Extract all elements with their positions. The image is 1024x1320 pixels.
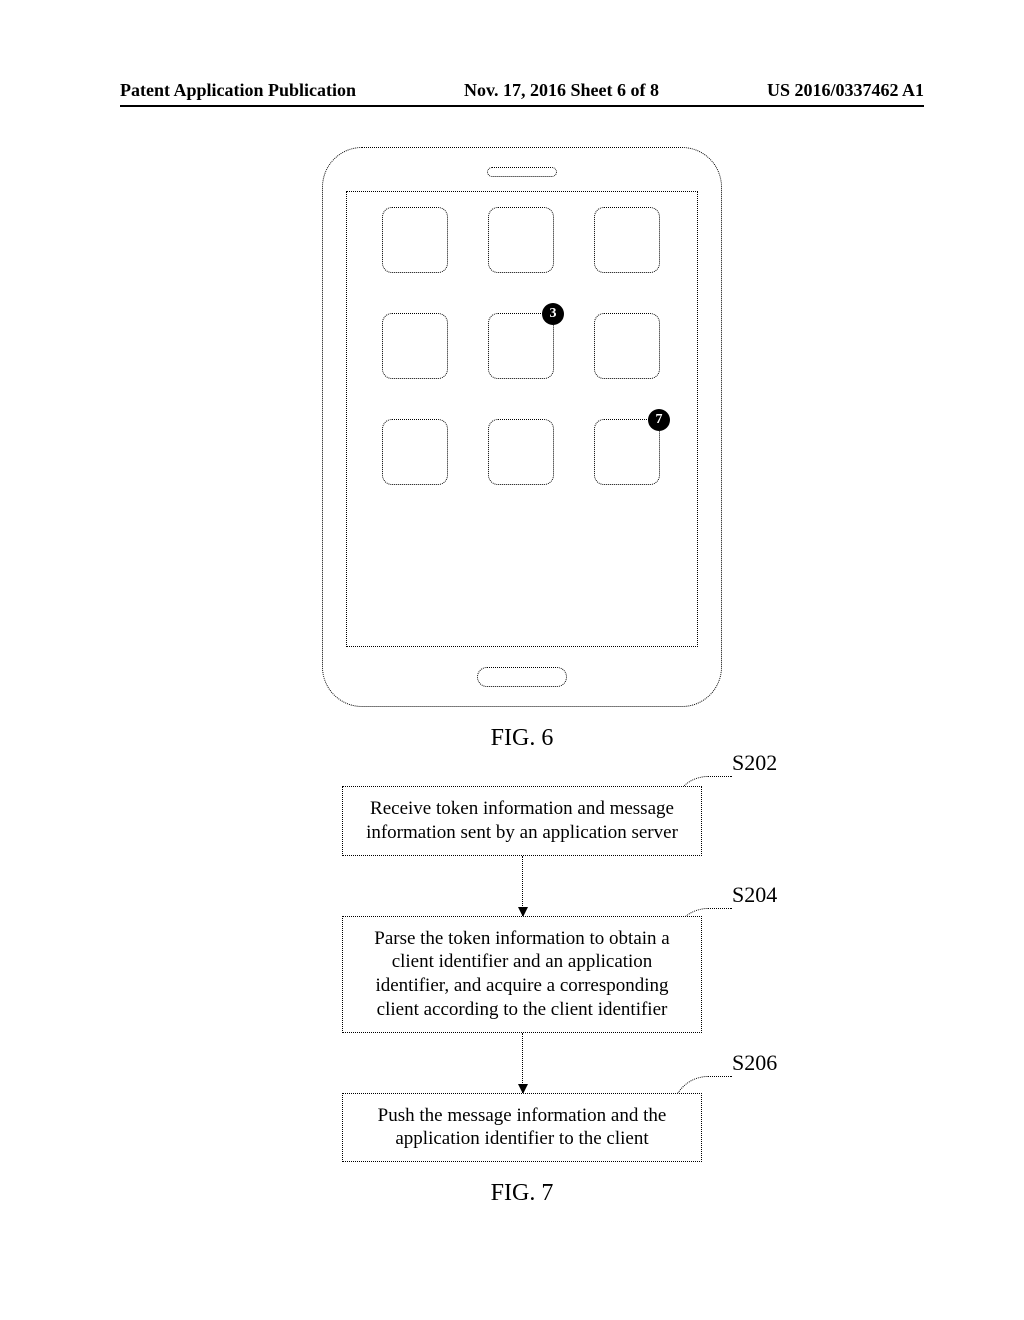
app-icon-3 — [594, 207, 660, 273]
page: Patent Application Publication Nov. 17, … — [0, 0, 1024, 1301]
flow-step-2-row: Parse the token information to obtain a … — [282, 916, 762, 1033]
flow-step-2: Parse the token information to obtain a … — [342, 916, 702, 1033]
app-icon-9: 7 — [594, 419, 660, 485]
app-icon-6 — [594, 313, 660, 379]
app-icon-grid: 3 7 — [382, 207, 662, 485]
notification-badge: 3 — [542, 303, 564, 325]
app-icon-2 — [488, 207, 554, 273]
step-label-2: S204 — [732, 882, 777, 908]
app-icon-1 — [382, 207, 448, 273]
figure-6-caption: FIG. 6 — [491, 725, 554, 752]
page-header: Patent Application Publication Nov. 17, … — [120, 80, 924, 107]
app-icon-7 — [382, 419, 448, 485]
header-right: US 2016/0337462 A1 — [767, 80, 924, 101]
phone-home-button — [477, 667, 567, 687]
figure-7-flowchart: S202 Receive token information and messa… — [282, 786, 762, 1162]
app-icon-4 — [382, 313, 448, 379]
flow-arrow-1 — [522, 856, 523, 916]
phone-device: 3 7 — [322, 147, 722, 707]
notification-badge: 7 — [648, 409, 670, 431]
phone-earpiece — [487, 167, 557, 177]
app-icon-5: 3 — [488, 313, 554, 379]
step-label-1: S202 — [732, 750, 777, 776]
header-center: Nov. 17, 2016 Sheet 6 of 8 — [464, 80, 659, 101]
flow-step-1: Receive token information and message in… — [342, 786, 702, 856]
app-icon-8 — [488, 419, 554, 485]
flow-step-1-row: Receive token information and message in… — [282, 786, 762, 856]
flow-step-3-row: Push the message information and the app… — [282, 1093, 762, 1163]
flow-arrow-2 — [522, 1033, 523, 1093]
figure-6-area: 3 7 FIG. 6 — [120, 147, 924, 786]
flow-step-3: Push the message information and the app… — [342, 1093, 702, 1163]
step-label-3: S206 — [732, 1050, 777, 1076]
figure-7-caption: FIG. 7 — [120, 1180, 924, 1207]
header-left: Patent Application Publication — [120, 80, 356, 101]
